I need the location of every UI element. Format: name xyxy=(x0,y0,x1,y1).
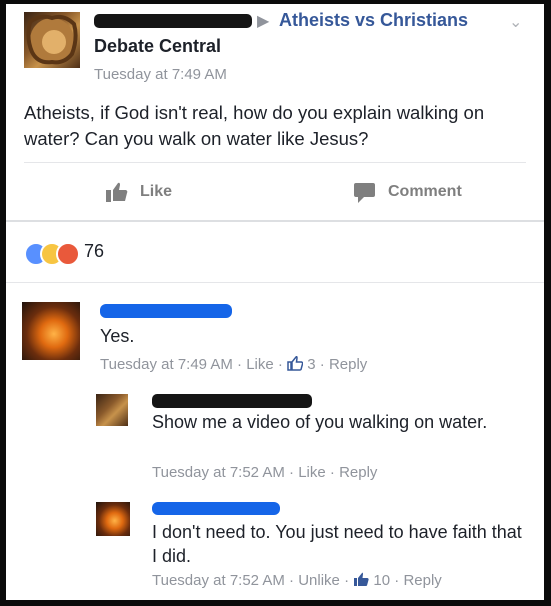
divider-top xyxy=(24,162,526,163)
poster-name-redaction xyxy=(94,14,252,28)
reply-unlike-link[interactable]: Unlike xyxy=(298,572,340,589)
share-arrow-icon: ▶ xyxy=(257,13,270,30)
reply-item: Show me a video of you walking on water.… xyxy=(6,388,544,488)
reply-avatar[interactable] xyxy=(96,394,128,426)
reply-meta: Tuesday at 7:52 AM · Like · Reply xyxy=(152,464,377,481)
reply-text: Show me a video of you walking on water. xyxy=(152,412,488,432)
separator-dot: · xyxy=(344,572,350,589)
reaction-count: 76 xyxy=(84,241,105,261)
reply-name-redaction xyxy=(152,502,280,515)
like-label: Like xyxy=(140,183,173,200)
post-body-text: Atheists, if God isn't real, how do you … xyxy=(24,102,485,149)
divider-actions xyxy=(6,220,544,222)
comment-like-link[interactable]: Like xyxy=(246,356,274,373)
comment-label: Comment xyxy=(388,183,462,200)
reply-like-link[interactable]: Like xyxy=(298,464,326,481)
separator-dot: · xyxy=(319,356,325,373)
facebook-post-card: ▶ Atheists vs Christians ⌄ Debate Centra… xyxy=(6,4,544,600)
commenter-avatar[interactable] xyxy=(22,302,80,360)
comment-bubble-icon xyxy=(354,183,376,208)
separator-dot: · xyxy=(277,356,283,373)
reactions-summary[interactable]: 76 xyxy=(24,240,144,266)
reply-meta: Tuesday at 7:52 AM · Unlike · 10 · Reply xyxy=(152,572,442,591)
comment-like-count[interactable]: 3 xyxy=(307,356,315,373)
separator-dot: · xyxy=(289,464,295,481)
reply-item: I don't need to. You just need to have f… xyxy=(6,496,544,600)
comment-reply-link[interactable]: Reply xyxy=(329,356,367,373)
reply-text: I don't need to. You just need to have f… xyxy=(152,522,522,566)
commenter-name-redaction xyxy=(100,304,232,318)
angry-reaction-icon xyxy=(56,242,80,266)
reply-name-redaction xyxy=(152,394,312,408)
group-name-link[interactable]: Atheists vs Christians xyxy=(279,10,468,31)
thumbs-up-outline-icon xyxy=(287,355,304,375)
post-options-chevron-icon[interactable]: ⌄ xyxy=(509,12,522,32)
separator-dot: · xyxy=(289,572,295,589)
comment-meta: Tuesday at 7:49 AM · Like · 3 · Reply xyxy=(100,355,367,375)
poster-avatar[interactable] xyxy=(24,12,80,68)
post-timestamp[interactable]: Tuesday at 7:49 AM xyxy=(94,66,227,83)
reply-reply-link[interactable]: Reply xyxy=(339,464,377,481)
group-name-continued[interactable]: Debate Central xyxy=(94,36,221,57)
reply-avatar[interactable] xyxy=(96,502,130,536)
separator-dot: · xyxy=(329,464,335,481)
comment-timestamp[interactable]: Tuesday at 7:49 AM xyxy=(100,356,233,373)
thumbs-up-filled-icon xyxy=(353,572,369,591)
reply-timestamp[interactable]: Tuesday at 7:52 AM xyxy=(152,572,285,589)
divider-reactions xyxy=(6,282,544,283)
thumbs-up-icon xyxy=(106,182,128,207)
reply-reply-link[interactable]: Reply xyxy=(403,572,441,589)
reply-timestamp[interactable]: Tuesday at 7:52 AM xyxy=(152,464,285,481)
separator-dot: · xyxy=(394,572,400,589)
comment-item: Yes. Tuesday at 7:49 AM · Like · 3 · Rep… xyxy=(6,294,544,384)
separator-dot: · xyxy=(237,356,243,373)
comment-text: Yes. xyxy=(100,326,135,346)
reply-like-count[interactable]: 10 xyxy=(373,572,390,589)
